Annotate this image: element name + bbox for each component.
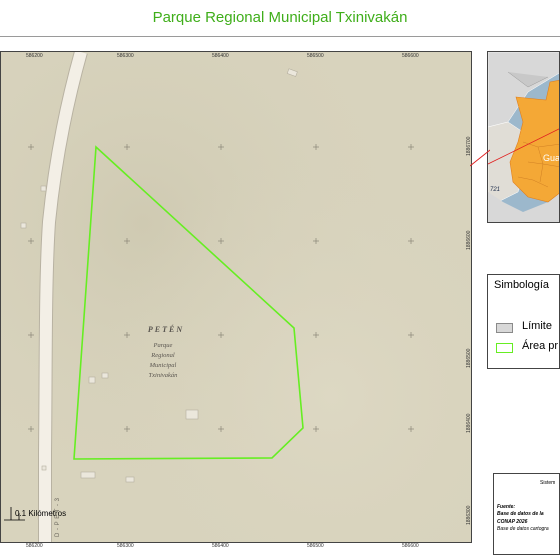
- y-tick-label: 1886600: [466, 230, 472, 250]
- inset-number-label: 721: [490, 187, 500, 193]
- inset-canvas: Guate 721: [488, 52, 560, 222]
- y-tick-label: 1886400: [466, 413, 472, 433]
- legend: Simbología Límite Área pr: [487, 274, 560, 369]
- x-tick-label: 586300: [117, 53, 134, 59]
- source-line: CONAP 2026: [497, 519, 528, 525]
- inset-locator-map[interactable]: Guate 721: [487, 51, 560, 223]
- x-tick-label: 586300: [117, 543, 134, 549]
- source-line: Base de datos de la: [497, 511, 544, 517]
- x-tick-label: 586500: [307, 53, 324, 59]
- info-box: Sistem Fuente: Base de datos de la CONAP…: [493, 473, 560, 555]
- legend-item-label: Área pr: [522, 340, 559, 352]
- coordinate-system-label: Sistem: [540, 480, 556, 486]
- source-line: Base de datos cartogra: [497, 526, 549, 532]
- area-label-line: Municipal: [149, 362, 177, 369]
- x-tick-label: 586500: [307, 543, 324, 549]
- department-label: PETÉN: [148, 324, 184, 334]
- title-divider: [0, 36, 560, 37]
- area-label-line: Regional: [150, 352, 175, 359]
- x-tick-label: 586200: [26, 53, 43, 59]
- country-label: Guate: [543, 153, 560, 163]
- legend-item-label: Límite: [522, 320, 552, 332]
- y-tick-label: 1886500: [466, 348, 472, 368]
- x-tick-label: 586200: [26, 543, 43, 549]
- main-map[interactable]: PETÉN Parque Regional Municipal Txinivak…: [0, 51, 472, 543]
- x-tick-label: 586400: [212, 543, 229, 549]
- x-tick-label: 586600: [402, 543, 419, 549]
- legend-swatch-protected-area: [496, 343, 513, 353]
- y-tick-label: 1886300: [466, 505, 472, 525]
- area-label-line: Txinivakán: [149, 372, 178, 379]
- legend-swatch-boundary: [496, 323, 513, 333]
- map-canvas: PETÉN Parque Regional Municipal Txinivak…: [1, 52, 471, 542]
- x-tick-label: 586600: [402, 53, 419, 59]
- map-title: Parque Regional Municipal Txinivakán: [152, 9, 408, 26]
- scale-label: 0.1 Kilómetros: [15, 509, 67, 518]
- source-heading: Fuente:: [497, 504, 516, 510]
- inset-leader: [470, 149, 490, 167]
- area-label-line: Parque: [153, 342, 173, 349]
- legend-title: Simbología: [494, 279, 550, 291]
- x-tick-label: 586400: [212, 53, 229, 59]
